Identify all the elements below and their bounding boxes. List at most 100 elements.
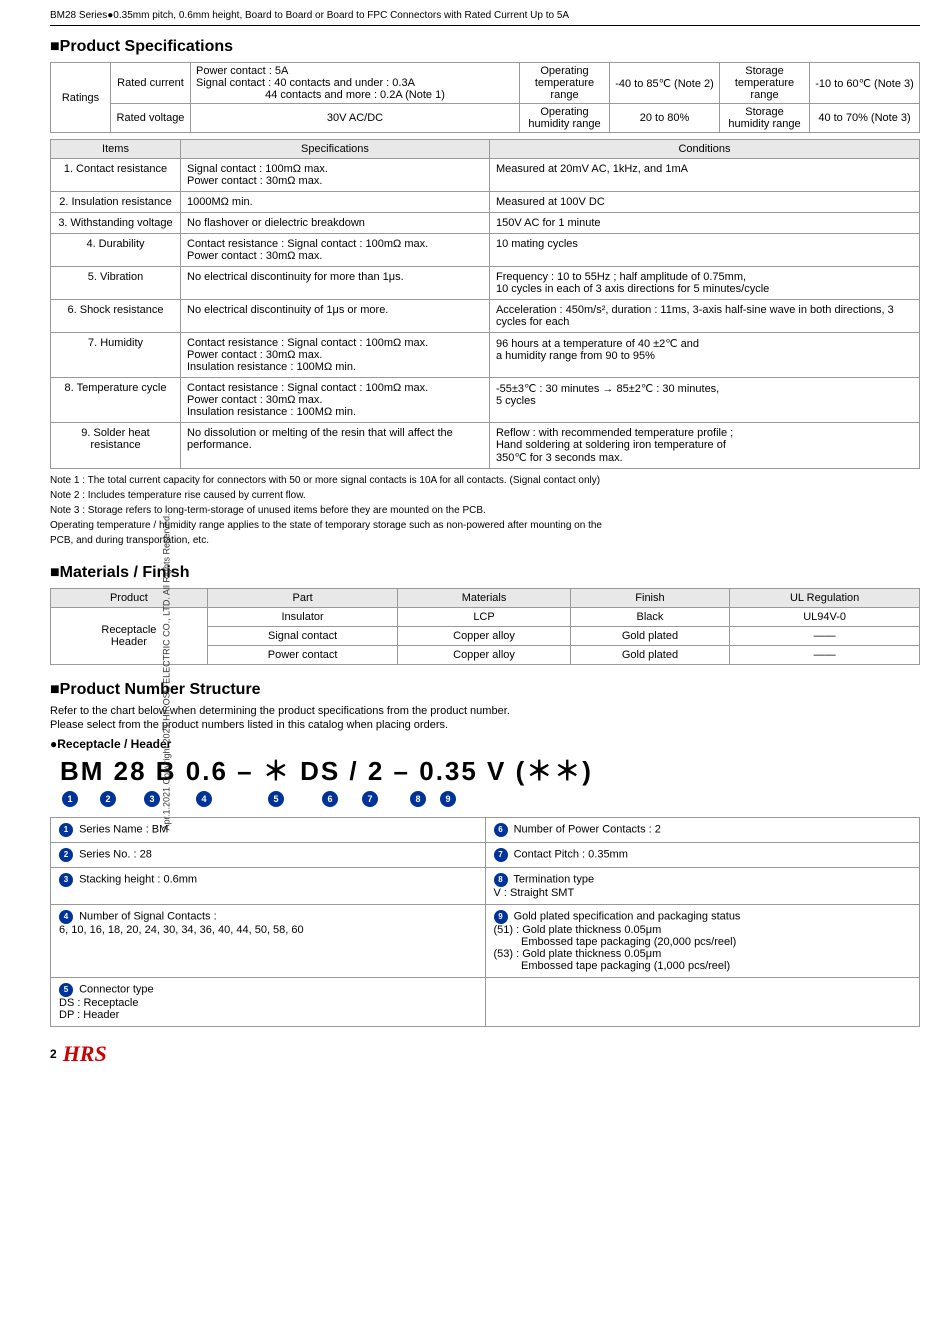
mat-material: LCP	[398, 608, 570, 627]
legend-label-2: Series No. : 28	[79, 848, 152, 860]
circle-7: 7	[362, 791, 378, 807]
legend-row-1: 1 Series Name : BM 6 Number of Power Con…	[51, 817, 920, 842]
rc-val3: 44 contacts and more : 0.2A (Note 1)	[196, 89, 514, 101]
spec-spec: 1000MΩ min.	[181, 192, 490, 213]
legend-label-1: Series Name : BM	[79, 823, 168, 835]
legend-label-5: Connector typeDS : ReceptacleDP : Header	[59, 983, 154, 1021]
ratings-table: Ratings Rated current Power contact : 5A…	[50, 62, 920, 133]
spec-cond: Measured at 100V DC	[489, 192, 919, 213]
spec-row: 5. VibrationNo electrical discontinuity …	[51, 267, 920, 300]
spec-cond: 96 hours at a temperature of 40 ±2℃ anda…	[489, 333, 919, 378]
stor-hum-val: 40 to 70% (Note 3)	[810, 104, 920, 133]
spec-row: 7. HumidityContact resistance : Signal c…	[51, 333, 920, 378]
legend-circle-8: 8	[494, 873, 508, 887]
legend-cell-4a: 4 Number of Signal Contacts :6, 10, 16, …	[51, 904, 486, 977]
mat-part: Signal contact	[207, 627, 398, 646]
spec-cond: 150V AC for 1 minute	[489, 213, 919, 234]
spec-cond: Reflow : with recommended temperature pr…	[489, 423, 919, 469]
spec-cond: -55±3℃ : 30 minutes → 85±2℃ : 30 minutes…	[489, 378, 919, 423]
rc-val1: Power contact : 5A	[196, 65, 514, 77]
mat-product: ReceptacleHeader	[51, 608, 208, 665]
op-hum-val: 20 to 80%	[610, 104, 720, 133]
spec-spec: No dissolution or melting of the resin t…	[181, 423, 490, 469]
materials-title: ■Materials / Finish	[50, 564, 920, 582]
legend-row-3: 3 Stacking height : 0.6mm 8 Termination …	[51, 867, 920, 904]
hrs-logo: HRS	[63, 1041, 107, 1067]
legend-cell-2a: 2 Series No. : 28	[51, 842, 486, 867]
stor-temp-val: -10 to 60℃ (Note 3)	[810, 63, 920, 104]
note-line: Note 3 : Storage refers to long-term-sto…	[50, 503, 920, 518]
spec-spec: No electrical discontinuity for more tha…	[181, 267, 490, 300]
legend-label-7: Contact Pitch : 0.35mm	[514, 848, 628, 860]
rated-current-label: Rated current	[111, 63, 191, 104]
spec-spec: Contact resistance : Signal contact : 10…	[181, 378, 490, 423]
mat-ul: UL94V-0	[730, 608, 920, 627]
legend-circle-5: 5	[59, 983, 73, 997]
legend-label-6: Number of Power Contacts : 2	[514, 823, 661, 835]
spec-spec: No electrical discontinuity of 1μs or mo…	[181, 300, 490, 333]
legend-label-8: Termination typeV : Straight SMT	[494, 873, 595, 899]
spec-spec: No flashover or dielectric breakdown	[181, 213, 490, 234]
mat-material: Copper alloy	[398, 646, 570, 665]
spec-row: 1. Contact resistanceSignal contact : 10…	[51, 159, 920, 192]
spec-item: 3. Withstanding voltage	[51, 213, 181, 234]
footer: 2 HRS	[50, 1041, 920, 1067]
spec-item: 8. Temperature cycle	[51, 378, 181, 423]
pn-title: ■Product Number Structure	[50, 681, 920, 699]
op-temp-val: -40 to 85℃ (Note 2)	[610, 63, 720, 104]
pn-title-text: ■Product Number Structure	[50, 681, 261, 699]
spec-item: 9. Solder heat resistance	[51, 423, 181, 469]
circle-5: 5	[268, 791, 284, 807]
legend-cell-5b	[485, 977, 920, 1026]
legend-cell-2b: 7 Contact Pitch : 0.35mm	[485, 842, 920, 867]
pn-sub-title: ●Receptacle / Header	[50, 737, 920, 751]
spec-spec: Contact resistance : Signal contact : 10…	[181, 234, 490, 267]
legend-row-2: 2 Series No. : 28 7 Contact Pitch : 0.35…	[51, 842, 920, 867]
mat-col-header: Part	[207, 589, 398, 608]
circle-6: 6	[322, 791, 338, 807]
materials-table: ProductPartMaterialsFinishUL Regulation …	[50, 588, 920, 665]
product-specs-title: ■Product Specifications	[50, 38, 920, 56]
legend-cell-1a: 1 Series Name : BM	[51, 817, 486, 842]
legend-circle-3: 3	[59, 873, 73, 887]
spec-item: 2. Insulation resistance	[51, 192, 181, 213]
legend-circle-6: 6	[494, 823, 508, 837]
stor-hum-label: Storage humidity range	[720, 104, 810, 133]
product-number-section: ■Product Number Structure Refer to the c…	[50, 681, 920, 1027]
spec-item: 5. Vibration	[51, 267, 181, 300]
spec-item: 6. Shock resistance	[51, 300, 181, 333]
rated-current-val: Power contact : 5A Signal contact : 40 c…	[191, 63, 520, 104]
legend-label-9: Gold plated specification and packaging …	[494, 910, 741, 972]
mat-ul: ——	[730, 627, 920, 646]
spec-item: 4. Durability	[51, 234, 181, 267]
notes-section: Note 1 : The total current capacity for …	[50, 473, 920, 548]
legend-cell-4b: 9 Gold plated specification and packagin…	[485, 904, 920, 977]
spec-cond: Acceleration : 450m/s², duration : 11ms,…	[489, 300, 919, 333]
page-number: 2	[50, 1047, 57, 1061]
note-line: Operating temperature / humidity range a…	[50, 518, 920, 533]
legend-circle-1: 1	[59, 823, 73, 837]
legend-cell-5a: 5 Connector typeDS : ReceptacleDP : Head…	[51, 977, 486, 1026]
spec-row: 2. Insulation resistance1000MΩ min.Measu…	[51, 192, 920, 213]
legend-circle-2: 2	[59, 848, 73, 862]
circle-3: 3	[144, 791, 160, 807]
spec-spec: Contact resistance : Signal contact : 10…	[181, 333, 490, 378]
col-specs: Specifications	[181, 140, 490, 159]
rated-voltage-label: Rated voltage	[111, 104, 191, 133]
legend-circle-9: 9	[494, 910, 508, 924]
circle-8: 8	[410, 791, 426, 807]
vertical-side-text: Apr.1.2021 Copyright 2021 HIROSE ELECTRI…	[161, 514, 171, 831]
legend-circle-7: 7	[494, 848, 508, 862]
mat-part: Insulator	[207, 608, 398, 627]
mat-col-header: UL Regulation	[730, 589, 920, 608]
header-title: BM28 Series●0.35mm pitch, 0.6mm height, …	[50, 10, 569, 21]
circle-4: 4	[196, 791, 212, 807]
materials-finish-section: ■Materials / Finish ProductPartMaterials…	[50, 564, 920, 665]
rc-val2: Signal contact : 40 contacts and under :…	[196, 77, 514, 89]
legend-label-3: Stacking height : 0.6mm	[79, 873, 197, 885]
pn-desc2: Please select from the product numbers l…	[50, 719, 920, 731]
mat-col-header: Materials	[398, 589, 570, 608]
product-specs-title-text: ■Product Specifications	[50, 38, 233, 56]
legend-cell-3a: 3 Stacking height : 0.6mm	[51, 867, 486, 904]
spec-cond: 10 mating cycles	[489, 234, 919, 267]
